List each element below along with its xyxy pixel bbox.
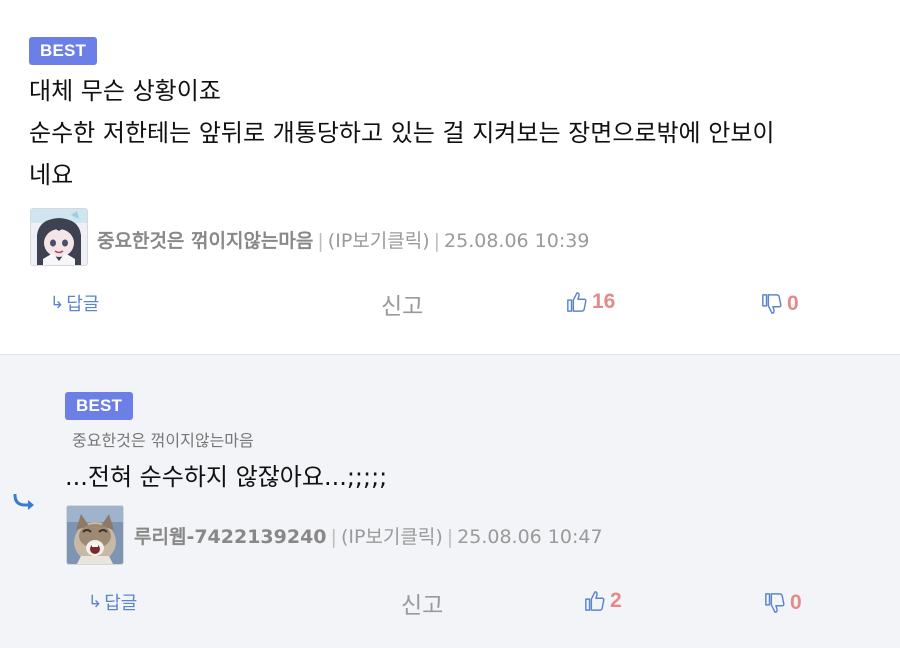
- best-badge: BEST: [29, 37, 98, 65]
- author-name[interactable]: 중요한것은 꺾이지않는마음: [97, 230, 313, 252]
- anime-girl-avatar-icon: [31, 209, 87, 265]
- comment-text-line: 대체 무슨 상황이죠: [29, 77, 221, 105]
- timestamp: 25.08.06 10:39: [444, 230, 590, 252]
- like-count: 2: [610, 589, 622, 612]
- thumbs-down-icon: [762, 294, 782, 314]
- report-label: 신고: [381, 294, 424, 320]
- reply-label: 답글: [66, 294, 100, 315]
- thumbs-up-icon: [567, 292, 587, 312]
- reply-button[interactable]: ↳ 답글: [88, 589, 137, 615]
- thumbs-down-icon: [765, 593, 785, 613]
- comment-meta: 중요한것은 꺾이지않는마음 | (IP보기클릭) | 25.08.06 10:39: [97, 230, 590, 252]
- reply-arrow-icon: ↳: [50, 293, 65, 313]
- best-badge: BEST: [65, 392, 134, 420]
- report-button[interactable]: 신고: [381, 287, 423, 321]
- ip-link[interactable]: (IP보기클릭): [341, 526, 443, 548]
- dislike-button[interactable]: 0: [764, 591, 802, 615]
- dislike-button[interactable]: 0: [761, 292, 799, 316]
- comment-text-line: 네요: [29, 161, 74, 189]
- avatar[interactable]: [66, 505, 124, 565]
- ip-link[interactable]: (IP보기클릭): [328, 230, 430, 252]
- cat-avatar-icon: [67, 506, 123, 564]
- timestamp: 25.08.06 10:47: [457, 526, 603, 548]
- like-button[interactable]: 16: [566, 290, 615, 314]
- author-name[interactable]: 루리웹-7422139240: [134, 526, 327, 548]
- reply-label: 답글: [104, 593, 138, 614]
- dislike-count: 0: [790, 591, 802, 614]
- comment-text-line: 순수한 저한테는 앞뒤로 개통당하고 있는 걸 지켜보는 장면으로밖에 안보이: [29, 119, 775, 147]
- avatar[interactable]: [30, 208, 88, 266]
- like-count: 16: [592, 290, 616, 313]
- reply-arrow-icon: ↳: [88, 592, 103, 612]
- comment-text: ...전혀 순수하지 않잖아요...;;;;;: [65, 463, 388, 491]
- dislike-count: 0: [787, 292, 799, 315]
- reply-to-name[interactable]: 중요한것은 꺾이지않는마음: [72, 427, 254, 451]
- report-button[interactable]: 신고: [401, 586, 443, 620]
- report-label: 신고: [401, 593, 444, 619]
- nested-reply-arrow-icon: [13, 494, 34, 510]
- like-button[interactable]: 2: [584, 589, 622, 613]
- reply-button[interactable]: ↳ 답글: [50, 290, 99, 316]
- thumbs-up-icon: [585, 591, 605, 611]
- comment-meta: 루리웹-7422139240 | (IP보기클릭) | 25.08.06 10:47: [134, 526, 603, 548]
